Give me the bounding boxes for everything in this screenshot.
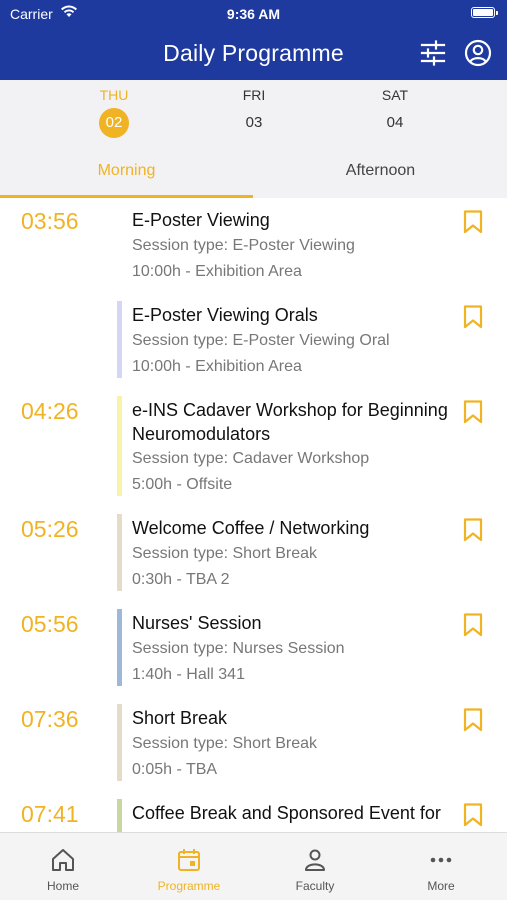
session-time: 07:41: [21, 801, 79, 827]
session-time: 05:26: [21, 516, 79, 542]
session-item[interactable]: 07:36 Short Break Session type: Short Br…: [0, 696, 507, 791]
session-type: Session type: Short Break: [132, 545, 317, 562]
session-detail: 0:30h - TBA 2: [132, 571, 230, 588]
session-item[interactable]: 05:56 Nurses' Session Session type: Nurs…: [0, 601, 507, 696]
session-time: 04:26: [21, 398, 79, 424]
session-item[interactable]: 04:26 e-INS Cadaver Workshop for Beginni…: [0, 388, 507, 506]
session-item[interactable]: E-Poster Viewing Orals Session type: E-P…: [0, 293, 507, 388]
session-title: e-INS Cadaver Workshop for Beginning Neu…: [132, 400, 448, 444]
session-time: 07:36: [21, 706, 79, 732]
session-color-bar: [117, 301, 122, 378]
session-detail: 10:00h - Exhibition Area: [132, 358, 302, 375]
sliders-icon[interactable]: [419, 40, 447, 66]
session-color-bar: [117, 704, 122, 781]
session-title: Short Break: [132, 708, 228, 728]
day-tab-fri[interactable]: FRI 03: [214, 86, 294, 138]
session-type: Session type: E-Poster Viewing Oral: [132, 332, 390, 349]
session-type: Session type: Cadaver Workshop: [132, 450, 370, 467]
day-number: 04: [386, 114, 404, 131]
session-type: Session type: Nurses Session: [132, 640, 345, 657]
session-type: Session type: Short Break: [132, 735, 317, 752]
session-title: E-Poster Viewing Orals: [132, 305, 318, 325]
day-name: FRI: [242, 87, 266, 103]
nav-home[interactable]: Home: [0, 833, 126, 900]
user-circle-icon[interactable]: [464, 39, 492, 67]
session-title: Welcome Coffee / Networking: [132, 518, 370, 538]
session-type: Session type: E-Poster Viewing: [132, 237, 355, 254]
person-icon: [305, 849, 325, 871]
nav-label: Home: [46, 879, 79, 893]
session-item[interactable]: 03:56 E-Poster Viewing Session type: E-P…: [0, 198, 507, 293]
session-detail: 10:00h - Exhibition Area: [132, 263, 302, 280]
calendar-icon: [178, 849, 200, 871]
bookmark-icon[interactable]: [463, 400, 483, 424]
session-title: E-Poster Viewing: [132, 210, 270, 230]
battery-icon: [471, 7, 498, 18]
bookmark-icon[interactable]: [463, 613, 483, 637]
bottom-nav: Home Programme Faculty More: [0, 832, 507, 900]
session-color-bar: [117, 396, 122, 496]
bookmark-icon[interactable]: [463, 518, 483, 542]
nav-programme[interactable]: Programme: [126, 833, 252, 900]
nav-label: Faculty: [295, 879, 335, 893]
day-number: 02: [99, 108, 129, 138]
day-name: SAT: [381, 87, 409, 103]
session-time: 03:56: [21, 208, 79, 234]
day-name: THU: [99, 87, 129, 103]
home-icon: [52, 849, 74, 871]
tab-morning[interactable]: Morning: [0, 146, 253, 198]
session-item[interactable]: 05:26 Welcome Coffee / Networking Sessio…: [0, 506, 507, 601]
status-bar: Carrier 9:36 AM: [0, 0, 507, 28]
day-tab-thu[interactable]: THU 02: [74, 86, 154, 138]
bookmark-icon[interactable]: [463, 305, 483, 329]
nav-label: More: [427, 879, 455, 893]
day-number: 03: [245, 114, 263, 131]
tab-afternoon[interactable]: Afternoon: [254, 146, 507, 198]
session-detail: 0:05h - TBA: [132, 761, 218, 778]
session-title: Coffee Break and Sponsored Event for: [132, 803, 441, 823]
period-tabs: Morning Afternoon: [0, 146, 507, 198]
app-header: Carrier 9:36 AM Daily Programme: [0, 0, 507, 80]
more-dots-icon: [430, 857, 452, 863]
session-color-bar: [117, 609, 122, 686]
bookmark-icon[interactable]: [463, 210, 483, 234]
day-tab-sat[interactable]: SAT 04: [355, 86, 435, 138]
nav-label: Programme: [157, 879, 221, 893]
session-detail: 5:00h - Offsite: [132, 476, 233, 493]
session-color-bar: [117, 799, 122, 832]
session-title: Nurses' Session: [132, 613, 262, 633]
nav-more[interactable]: More: [378, 833, 504, 900]
session-list: 03:56 E-Poster Viewing Session type: E-P…: [0, 198, 507, 832]
session-time: 05:56: [21, 611, 79, 637]
session-detail: 1:40h - Hall 341: [132, 666, 245, 683]
bookmark-icon[interactable]: [463, 708, 483, 732]
session-color-bar: [117, 514, 122, 591]
bookmark-icon[interactable]: [463, 803, 483, 827]
status-time: 9:36 AM: [226, 6, 281, 22]
nav-faculty[interactable]: Faculty: [252, 833, 378, 900]
session-item[interactable]: 07:41 Coffee Break and Sponsored Event f…: [0, 791, 507, 832]
day-selector: THU 02 FRI 03 SAT 04: [0, 80, 507, 146]
